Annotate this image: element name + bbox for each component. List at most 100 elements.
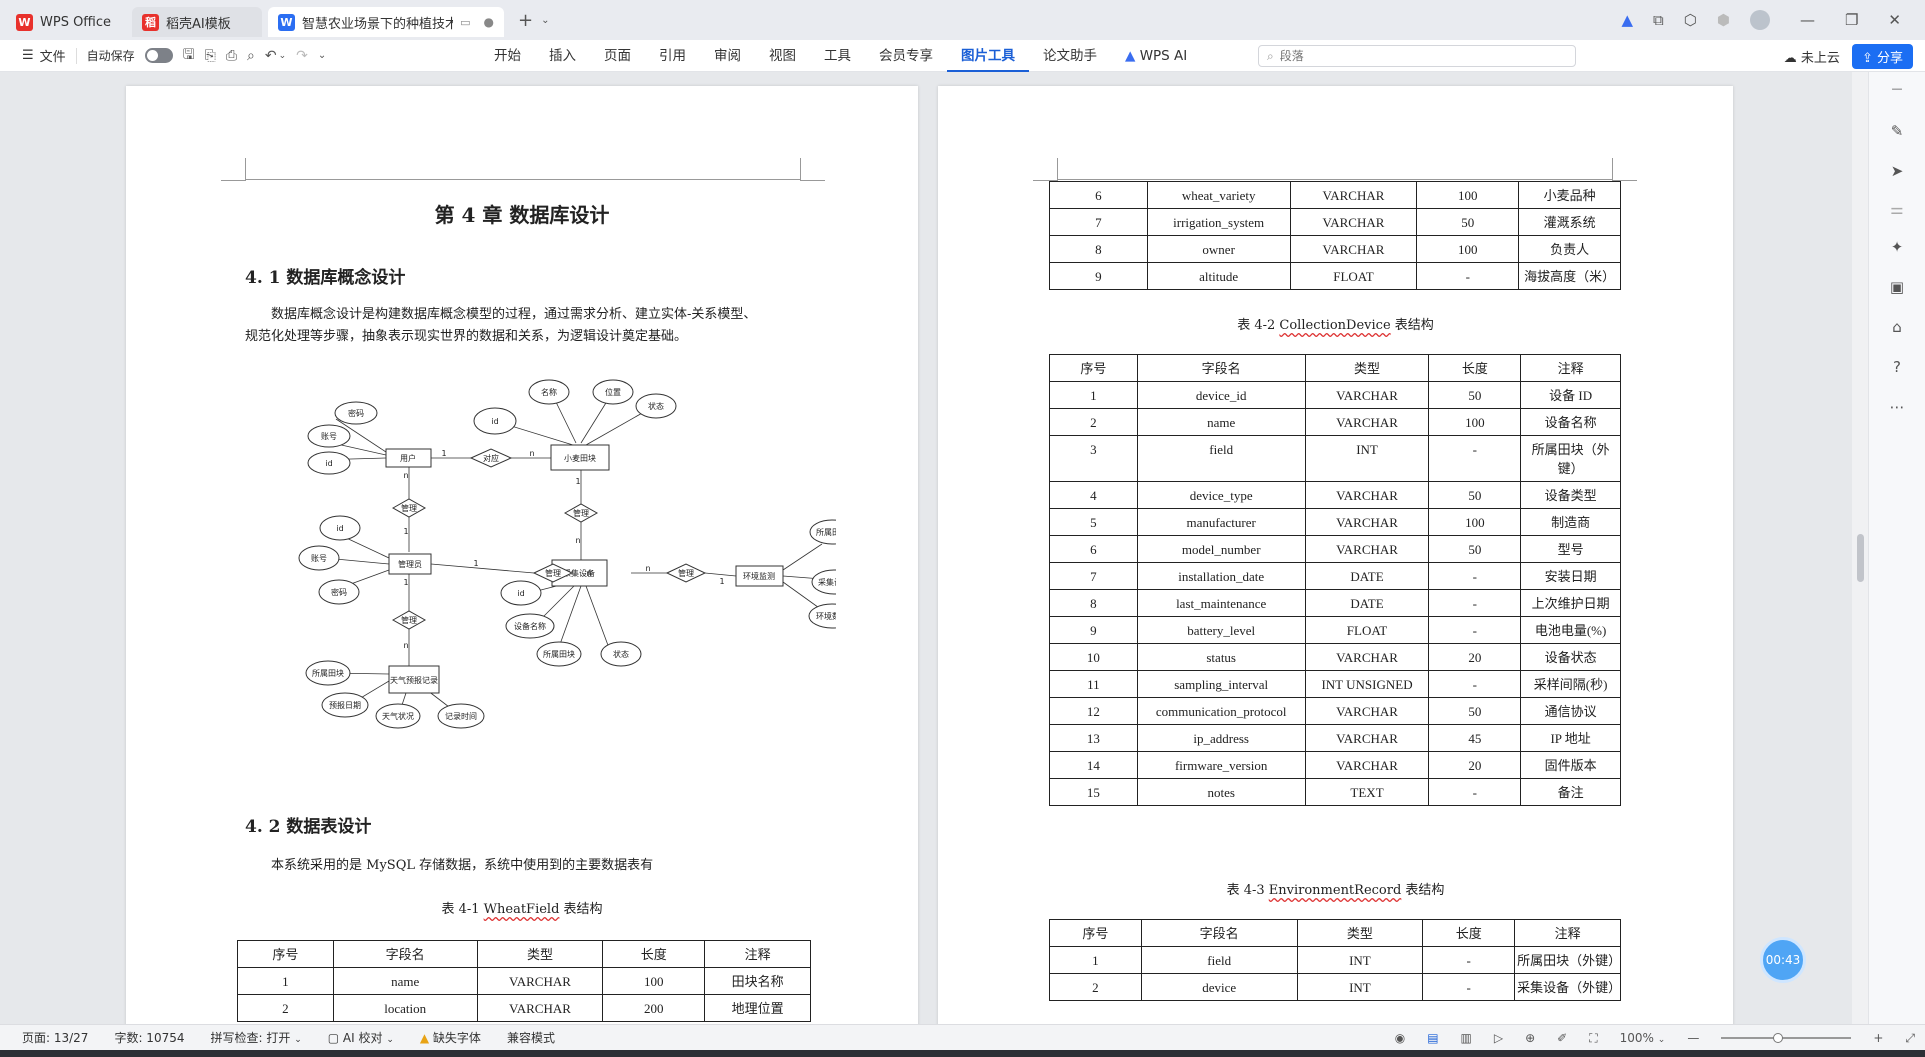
tab-daoke-ai[interactable]: 稻 稻壳AI模板 xyxy=(132,7,262,37)
zoom-in-icon[interactable]: + xyxy=(1873,1031,1883,1045)
table-caption: 表 4-2 CollectionDevice 表结构 xyxy=(1237,318,1434,333)
play-icon[interactable]: ▷ xyxy=(1494,1031,1503,1045)
er-diagram[interactable]: 用户 小麦田块 管理员 采集设备 环境监测 天气预报记录 对应 管理 管理 管理… xyxy=(276,348,836,758)
attr-label: 名称 xyxy=(541,387,557,397)
eye-icon[interactable]: ◉ xyxy=(1395,1031,1405,1045)
menu-page[interactable]: 页面 xyxy=(590,40,645,72)
help-icon[interactable]: ? xyxy=(1887,358,1907,378)
print-icon[interactable]: ⎙ xyxy=(226,48,237,64)
image-icon[interactable]: ▣ xyxy=(1887,278,1907,298)
collapse-icon[interactable]: — xyxy=(1887,82,1907,102)
table-collection-device[interactable]: 序号 字段名 类型 长度 注释 1 device_id VARCHAR 50 设备 ID… xyxy=(1049,354,1621,806)
missing-font[interactable]: ▲ 缺失字体 xyxy=(420,1029,481,1046)
scrollbar-thumb[interactable] xyxy=(1857,534,1864,582)
table-row: 3 field INT - 所属田块（外键） xyxy=(1049,435,1621,482)
menu-references[interactable]: 引用 xyxy=(645,40,700,72)
menu-wps-ai[interactable]: ▲ WPS AI xyxy=(1111,40,1201,72)
fit-page-icon[interactable]: ⛶ xyxy=(1589,1031,1597,1046)
attr-label: 状态 xyxy=(613,649,629,659)
more-icon[interactable]: ⋯ xyxy=(1887,398,1907,418)
print-preview-icon[interactable]: ⌕ xyxy=(247,48,255,64)
entity-weather[interactable]: 天气预报记录 xyxy=(388,665,440,694)
menu-thesis-assistant[interactable]: 论文助手 xyxy=(1029,40,1111,72)
entity-environment[interactable]: 环境监测 xyxy=(735,565,784,587)
more-quick-access-icon[interactable]: ⌄ xyxy=(318,50,326,61)
file-menu[interactable]: 文件 xyxy=(40,46,66,65)
menu-insert[interactable]: 插入 xyxy=(535,40,590,72)
close-tab-icon[interactable]: ● xyxy=(484,15,494,29)
zoom-level[interactable]: 100% ⌄ xyxy=(1620,1031,1666,1045)
vertical-scrollbar[interactable] xyxy=(1852,72,1868,1024)
tab-document[interactable]: W 智慧农业场景下的种植技术平 ▭ ● xyxy=(268,7,504,37)
avatar[interactable] xyxy=(1749,10,1770,30)
spell-check[interactable]: 拼写检查: 打开 ⌄ xyxy=(211,1029,302,1046)
globe-icon[interactable]: ⊕ xyxy=(1525,1031,1535,1045)
menu-member[interactable]: 会员专享 xyxy=(865,40,947,72)
zoom-out-icon[interactable]: — xyxy=(1687,1031,1699,1045)
monitor-icon[interactable]: ▭ xyxy=(460,16,470,29)
fullscreen-icon[interactable]: ⤢ xyxy=(1905,1031,1915,1046)
minimize-icon[interactable]: — xyxy=(1800,11,1815,29)
pen-icon[interactable]: ✎ xyxy=(1887,122,1907,142)
search-input[interactable] xyxy=(1279,49,1550,63)
document-workspace[interactable]: 第 4 章 数据库设计 4. 1 数据库概念设计 数据库概念设计是构建数据库概念… xyxy=(0,72,1868,1024)
table-row: 13 ip_address VARCHAR 45 IP 地址 xyxy=(1049,724,1621,752)
relation-manage-field[interactable]: 管理 xyxy=(563,503,599,523)
search-box[interactable]: ⌕ xyxy=(1258,45,1576,67)
chevron-down-icon: ⌄ xyxy=(1657,1035,1666,1045)
restore-icon[interactable]: ❐ xyxy=(1845,11,1858,29)
hamburger-icon[interactable]: ☰ xyxy=(22,48,34,63)
menu-bar: ☰ 文件 自动保存 🖫 ⎘ ⎙ ⌕ ↶ ⌄ ↷ ⌄ 开始 插入 页面 引用 审阅… xyxy=(0,40,1925,72)
zoom-slider[interactable] xyxy=(1721,1033,1852,1043)
pin-icon[interactable]: ✦ xyxy=(1887,238,1907,258)
relation-correspond[interactable]: 对应 xyxy=(469,448,513,468)
entity-user[interactable]: 用户 xyxy=(385,448,432,468)
cube-icon[interactable]: ⬡ xyxy=(1684,11,1697,29)
ai-proofread[interactable]: ▢ AI 校对 ⌄ xyxy=(328,1029,394,1046)
table-environment-record[interactable]: 序号 字段名 类型 长度 注释 1 field INT - 所属田块（外键） 2 devic… xyxy=(1049,919,1621,1001)
relation-manage-env[interactable]: 管理 xyxy=(665,563,707,583)
entity-admin[interactable]: 管理员 xyxy=(388,553,432,575)
settings-icon[interactable]: ⬢ xyxy=(1717,11,1730,29)
draw-icon[interactable]: ✐ xyxy=(1557,1031,1567,1045)
section-paragraph: 本系统采用的是 MySQL 存储数据，系统中使用到的主要数据表有 xyxy=(271,858,654,873)
relation-manage-weather[interactable]: 管理 xyxy=(391,610,427,630)
cloud-status[interactable]: ☁ 未上云 xyxy=(1784,47,1840,66)
chevron-down-icon[interactable]: ⌄ xyxy=(541,15,549,26)
wps-ai-logo-icon[interactable]: ▲ xyxy=(1621,11,1633,29)
sliders-icon[interactable]: ⚌ xyxy=(1887,200,1907,220)
menu-tools[interactable]: 工具 xyxy=(810,40,865,72)
autosave-toggle[interactable] xyxy=(144,48,173,63)
window-icon[interactable]: ⧉ xyxy=(1653,11,1664,29)
table-wheatfield[interactable]: 序号 字段名 类型 长度 注释 1 name VARCHAR 100 田块名称 2 loc… xyxy=(237,940,811,1022)
table-wheatfield-continued[interactable]: 6 wheat_variety VARCHAR 100 小麦品种 7 irrigation… xyxy=(1049,181,1621,290)
word-count[interactable]: 字数: 10754 xyxy=(114,1029,184,1046)
table-row: 6 wheat_variety VARCHAR 100 小麦品种 xyxy=(1049,181,1621,209)
page-view-icon[interactable]: ▤ xyxy=(1427,1031,1438,1045)
menu-view[interactable]: 视图 xyxy=(755,40,810,72)
redo-icon[interactable]: ↷ xyxy=(296,48,308,64)
compat-mode[interactable]: 兼容模式 xyxy=(507,1029,555,1046)
timer-badge[interactable]: 00:43 xyxy=(1760,937,1806,983)
cursor-icon[interactable]: ➤ xyxy=(1887,162,1907,182)
shirt-icon[interactable]: ⌂ xyxy=(1887,318,1907,338)
table-caption: 表 4-3 EnvironmentRecord 表结构 xyxy=(1226,883,1445,898)
menu-picture-tools[interactable]: 图片工具 xyxy=(947,40,1029,72)
menu-home[interactable]: 开始 xyxy=(480,40,535,72)
close-icon[interactable]: ✕ xyxy=(1888,11,1901,29)
share-button[interactable]: ⇪ 分享 xyxy=(1851,44,1913,69)
web-layout-icon[interactable]: ▥ xyxy=(1461,1031,1472,1045)
menu-review[interactable]: 审阅 xyxy=(700,40,755,72)
status-bar: 页面: 13/27 字数: 10754 拼写检查: 打开 ⌄ ▢ AI 校对 ⌄… xyxy=(0,1024,1925,1050)
tab-wps-office[interactable]: W WPS Office xyxy=(6,7,126,37)
table-row: 2 location VARCHAR 200 地理位置 xyxy=(237,994,811,1022)
undo-icon[interactable]: ↶ xyxy=(265,48,277,64)
attr-label: 采集设备 xyxy=(818,577,836,587)
export-pdf-icon[interactable]: ⎘ xyxy=(205,48,216,64)
save-icon[interactable]: 🖫 xyxy=(183,44,195,68)
undo-dropdown-icon[interactable]: ⌄ xyxy=(279,51,287,61)
new-tab-icon[interactable]: + xyxy=(518,10,533,31)
relation-manage-user[interactable]: 管理 xyxy=(391,498,427,518)
entity-wheat-field[interactable]: 小麦田块 xyxy=(550,444,610,471)
page-counter[interactable]: 页面: 13/27 xyxy=(22,1029,88,1046)
